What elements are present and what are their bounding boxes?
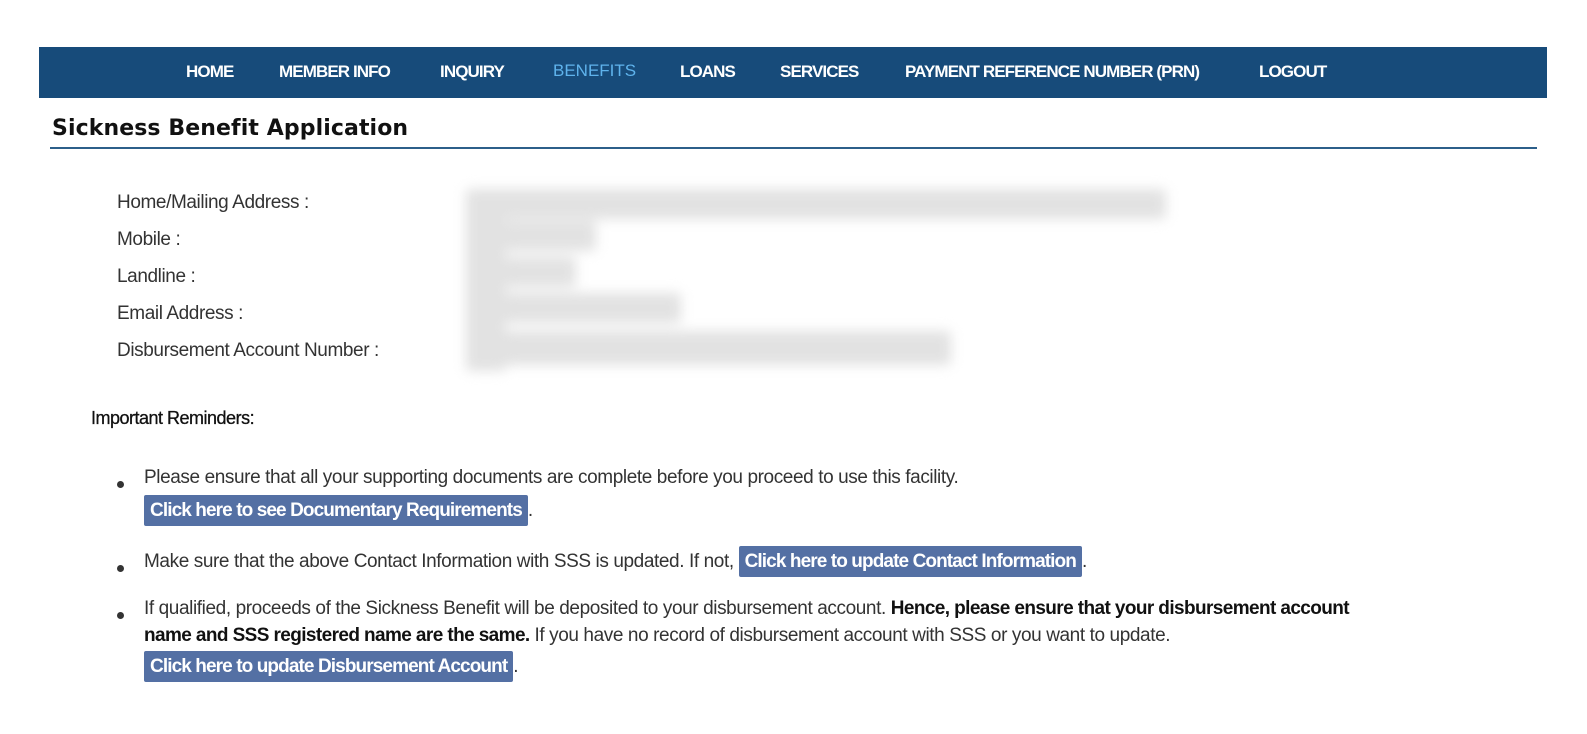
redacted-left-edge [466, 189, 506, 371]
redacted-contact-values [466, 189, 1166, 371]
nav-item-prn[interactable]: PAYMENT REFERENCE NUMBER (PRN) [905, 62, 1200, 82]
landline-label: Landline : [117, 266, 196, 287]
reminder-1-suffix: . [527, 500, 533, 521]
update-contact-info-button[interactable]: Click here to update Contact Information [738, 546, 1082, 577]
disbursement-account-number-label: Disbursement Account Number : [117, 340, 379, 361]
reminder-3-bold-line-1: Hence, please ensure that your disbursem… [890, 598, 1350, 619]
nav-item-member-info[interactable]: MEMBER INFO [279, 62, 391, 82]
reminder-3-action: Click here to update Disbursement Accoun… [144, 651, 519, 682]
reminder-3-suffix: . [513, 656, 519, 677]
reminder-3-line-2: name and SSS registered name are the sam… [144, 625, 1171, 647]
main-navbar: HOME MEMBER INFO INQUIRY BENEFITS LOANS … [39, 47, 1547, 98]
nav-item-benefits[interactable]: BENEFITS [553, 61, 636, 81]
documentary-requirements-button[interactable]: Click here to see Documentary Requiremen… [144, 495, 528, 526]
reminder-2-line: Make sure that the above Contact Informa… [144, 546, 1087, 577]
reminder-1-action: Click here to see Documentary Requiremen… [144, 495, 533, 526]
mobile-label: Mobile : [117, 229, 181, 250]
reminder-3-bold-line-2: name and SSS registered name are the sam… [144, 625, 530, 646]
nav-item-loans[interactable]: LOANS [680, 62, 736, 82]
bullet-icon [117, 481, 124, 488]
disbursement-account-value-redacted [466, 331, 951, 365]
reminder-1-text: Please ensure that all your supporting d… [144, 467, 959, 488]
nav-item-logout[interactable]: LOGOUT [1259, 62, 1327, 82]
update-disbursement-account-button[interactable]: Click here to update Disbursement Accoun… [144, 651, 514, 682]
home-address-label: Home/Mailing Address : [117, 192, 309, 213]
reminder-2-suffix: . [1081, 551, 1087, 572]
nav-item-home[interactable]: HOME [186, 62, 234, 82]
reminders-heading: Important Reminders: [91, 408, 255, 428]
reminder-3-line-1: If qualified, proceeds of the Sickness B… [144, 598, 1350, 620]
title-divider [50, 147, 1537, 149]
reminder-2-text: Make sure that the above Contact Informa… [144, 551, 734, 572]
bullet-icon [117, 612, 124, 619]
page-title: Sickness Benefit Application [52, 116, 409, 141]
bullet-icon [117, 565, 124, 572]
reminder-3-text-before: If qualified, proceeds of the Sickness B… [144, 598, 886, 619]
home-address-value-redacted [466, 189, 1166, 219]
email-address-label: Email Address : [117, 303, 243, 324]
reminder-3-text-after: If you have no record of disbursement ac… [534, 625, 1171, 646]
nav-item-services[interactable]: SERVICES [780, 62, 859, 82]
nav-item-inquiry[interactable]: INQUIRY [440, 62, 505, 82]
